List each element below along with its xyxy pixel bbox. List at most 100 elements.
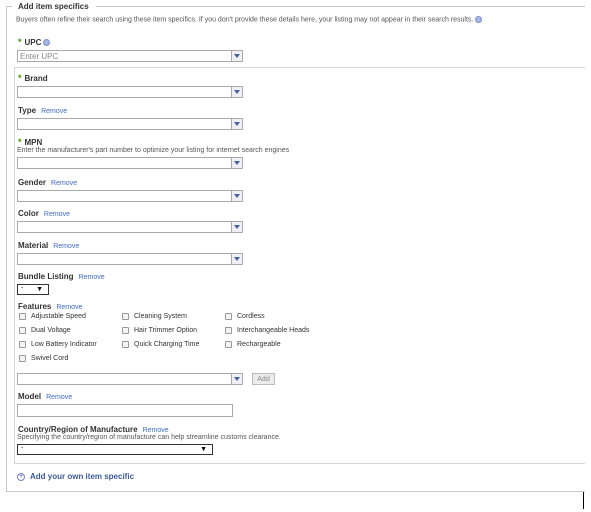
chevron-down-icon[interactable]: [231, 374, 242, 384]
plus-icon[interactable]: +: [17, 472, 25, 481]
feature-checkbox[interactable]: Dual Voltage: [19, 327, 71, 334]
chevron-down-icon[interactable]: [231, 87, 242, 97]
color-label-text: Color: [18, 209, 39, 218]
color-label: Color Remove: [18, 209, 70, 218]
mpn-label-text: MPN: [24, 138, 43, 147]
feature-label: Swivel Cord: [31, 355, 69, 362]
gender-input[interactable]: [17, 190, 243, 202]
checkbox-icon[interactable]: [19, 313, 26, 320]
type-label-text: Type: [18, 106, 37, 115]
gender-label: Gender Remove: [18, 178, 77, 187]
model-remove-link[interactable]: Remove: [46, 394, 72, 401]
mpn-label: * MPN: [18, 137, 42, 147]
feature-label: Cleaning System: [134, 313, 187, 320]
checkbox-icon[interactable]: [19, 341, 26, 348]
chevron-down-icon[interactable]: [231, 222, 242, 232]
feature-checkbox[interactable]: Cleaning System: [122, 313, 187, 320]
add-own-label: Add your own item specific: [30, 472, 135, 481]
checkbox-icon[interactable]: [225, 341, 232, 348]
upc-label: * UPC: [18, 37, 51, 47]
checkbox-icon[interactable]: [122, 327, 129, 334]
type-label: Type Remove: [18, 106, 67, 115]
country-select[interactable]: - ▼: [17, 444, 213, 455]
color-remove-link[interactable]: Remove: [44, 211, 70, 218]
chevron-down-icon[interactable]: [231, 119, 242, 129]
checkbox-icon[interactable]: [225, 327, 232, 334]
feature-label: Adjustable Speed: [31, 313, 86, 320]
checkbox-icon[interactable]: [122, 313, 129, 320]
brand-input[interactable]: [17, 86, 243, 98]
gender-label-text: Gender: [18, 178, 47, 187]
material-label-text: Material: [18, 241, 49, 250]
mpn-hint: Enter the manufacturer's part number to …: [17, 147, 290, 154]
add-feature-button[interactable]: Add: [252, 373, 275, 385]
bundle-label-text: Bundle Listing: [18, 272, 74, 281]
checkbox-icon[interactable]: [225, 313, 232, 320]
brand-label: * Brand: [18, 73, 48, 83]
type-remove-link[interactable]: Remove: [41, 108, 67, 115]
checkbox-icon[interactable]: [19, 327, 26, 334]
country-remove-link[interactable]: Remove: [143, 427, 169, 434]
upc-input[interactable]: Enter UPC: [17, 50, 243, 62]
feature-checkbox[interactable]: Interchangeable Heads: [225, 327, 309, 334]
add-own-item-specific-link[interactable]: + Add your own item specific: [17, 472, 134, 481]
checkbox-icon[interactable]: [122, 341, 129, 348]
upc-placeholder: Enter UPC: [20, 52, 59, 61]
chevron-down-icon[interactable]: [231, 191, 242, 201]
required-star-icon: *: [18, 137, 22, 147]
checkbox-icon[interactable]: [19, 355, 26, 362]
feature-label: Cordless: [237, 313, 265, 320]
material-remove-link[interactable]: Remove: [53, 243, 79, 250]
type-input[interactable]: [17, 118, 243, 130]
color-input[interactable]: [17, 221, 243, 233]
feature-checkbox[interactable]: Rechargeable: [225, 341, 281, 348]
bundle-remove-link[interactable]: Remove: [79, 274, 105, 281]
section-divider: [14, 463, 585, 464]
section-divider: [14, 67, 585, 68]
feature-label: Rechargeable: [237, 341, 281, 348]
frame-border: [6, 6, 7, 492]
country-label-text: Country/Region of Manufacture: [18, 425, 138, 434]
mpn-input[interactable]: [17, 157, 243, 169]
country-label: Country/Region of Manufacture Remove: [18, 425, 169, 434]
feature-checkbox[interactable]: Swivel Cord: [19, 355, 68, 362]
section-divider: [14, 67, 15, 463]
chevron-down-icon[interactable]: [231, 51, 242, 61]
feature-label: Quick Charging Time: [134, 341, 200, 348]
info-icon[interactable]: [475, 16, 483, 23]
features-label-text: Features: [18, 302, 52, 311]
material-input[interactable]: [17, 253, 243, 265]
frame-border: [6, 491, 585, 492]
bundle-label: Bundle Listing Remove: [18, 272, 105, 281]
features-remove-link[interactable]: Remove: [56, 304, 82, 311]
features-label: Features Remove: [18, 302, 82, 311]
feature-checkbox[interactable]: Quick Charging Time: [122, 341, 199, 348]
feature-checkbox[interactable]: Hair Trimmer Option: [122, 327, 197, 334]
section-legend: Add item specifics: [16, 2, 91, 11]
feature-checkbox[interactable]: Adjustable Speed: [19, 313, 86, 320]
chevron-down-icon: ▼: [36, 286, 43, 293]
chevron-down-icon[interactable]: [231, 158, 242, 168]
features-custom-input[interactable]: [17, 373, 243, 385]
model-input[interactable]: [17, 404, 233, 417]
required-star-icon: *: [18, 73, 22, 83]
material-label: Material Remove: [18, 241, 79, 250]
required-star-icon: *: [18, 37, 22, 47]
chevron-down-icon: ▼: [200, 446, 207, 453]
bundle-select[interactable]: - ▼: [17, 284, 49, 295]
info-icon[interactable]: [43, 39, 51, 47]
feature-label: Hair Trimmer Option: [134, 327, 198, 334]
feature-checkbox[interactable]: Low Battery Indicator: [19, 341, 97, 348]
model-label-text: Model: [18, 392, 42, 401]
gender-remove-link[interactable]: Remove: [51, 180, 77, 187]
feature-label: Low Battery Indicator: [31, 341, 97, 348]
intro-text: Buyers often refine their search using t…: [16, 16, 474, 24]
feature-label: Dual Voltage: [31, 327, 71, 334]
feature-checkbox[interactable]: Cordless: [225, 313, 265, 320]
model-label: Model Remove: [18, 392, 72, 401]
upc-label-text: UPC: [24, 38, 42, 47]
chevron-down-icon[interactable]: [231, 254, 242, 264]
text-cursor: [583, 492, 584, 509]
country-hint: Specifying the country/region of manufac…: [17, 434, 281, 441]
feature-label: Interchangeable Heads: [237, 327, 310, 334]
